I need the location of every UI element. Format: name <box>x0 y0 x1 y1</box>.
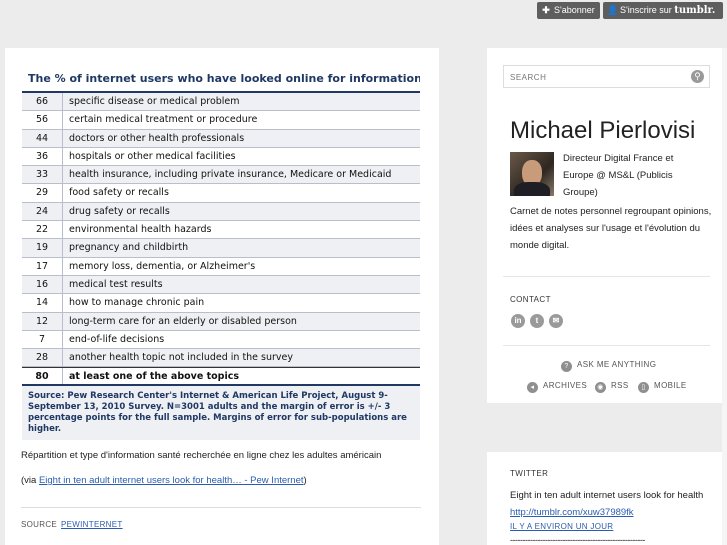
sidebar-divider <box>503 345 710 346</box>
question-icon: ? <box>561 361 572 372</box>
tweet-separator: ----------------------------------------… <box>510 535 645 545</box>
table-row: 44 doctors or other health professionals <box>22 129 420 148</box>
table-cell-value: 24 <box>22 202 63 221</box>
table-row: 16 medical test results <box>22 275 420 295</box>
sidebar-divider <box>503 276 710 277</box>
post-divider <box>21 507 421 508</box>
via-link[interactable]: Eight in ten adult internet users look f… <box>39 475 304 486</box>
table-row: 19 pregnancy and childbirth <box>22 239 420 258</box>
table-title: The % of internet users who have looked … <box>22 67 420 93</box>
search-box: ⚲ <box>503 65 710 88</box>
blog-description-short: Directeur Digital France et Europe @ MS&… <box>563 153 674 198</box>
blog-title[interactable]: Michael Pierlovisi <box>510 117 695 145</box>
signup-tumblr-button[interactable]: 👤 S'inscrire sur tumblr. <box>603 2 723 19</box>
archives-link[interactable]: ◂ ARCHIVES <box>527 380 587 393</box>
blog-description-long: Carnet de notes personnel regroupant opi… <box>510 206 712 251</box>
via-line: (via Eight in ten adult internet users l… <box>21 475 307 486</box>
table-row: 12 long-term care for an elderly or disab… <box>22 312 420 331</box>
table-total-row: 80 at least one of the above topics <box>22 367 420 386</box>
table-row: 28 another health topic not included in t… <box>22 349 420 368</box>
rss-link[interactable]: ◉ RSS <box>595 380 629 393</box>
tweet-link[interactable]: http://tumblr.com/xuw37989fk <box>510 507 634 518</box>
rss-icon: ◉ <box>595 382 606 393</box>
table-cell-value: 12 <box>22 312 63 330</box>
plus-icon: ✚ <box>542 5 550 15</box>
search-input[interactable] <box>504 66 682 88</box>
table-row: 56 certain medical treatment or procedure <box>22 111 420 130</box>
top-bar: ✚ S'abonner 👤 S'inscrire sur tumblr. <box>0 0 727 48</box>
table-cell-value: 56 <box>22 111 63 129</box>
table-cell-value: 29 <box>22 184 63 202</box>
twitter-icon[interactable]: t <box>530 314 544 328</box>
table-row: 14 how to manage chronic pain <box>22 294 420 313</box>
table-row: 29 food safety or recalls <box>22 184 420 203</box>
table-cell-value: 7 <box>22 330 63 349</box>
table-cell-label: food safety or recalls <box>69 187 169 199</box>
table-cell-label: health insurance, including private insu… <box>69 169 392 181</box>
mobile-link[interactable]: ▯ MOBILE <box>638 380 687 393</box>
email-icon[interactable]: ✉ <box>549 314 563 328</box>
twitter-heading: TWITTER <box>510 469 549 478</box>
table-source-note: Source: Pew Research Center's Internet &… <box>22 385 420 440</box>
table-row: 24 drug safety or recalls <box>22 202 420 222</box>
tweet-text: Eight in ten adult internet users look f… <box>510 490 704 518</box>
table-cell-label: how to manage chronic pain <box>69 297 205 309</box>
table-cell-value: 36 <box>22 147 63 166</box>
table-cell-value: 33 <box>22 166 63 184</box>
mobile-icon: ▯ <box>638 382 649 393</box>
table-row: 22 environmental health hazards <box>22 221 420 240</box>
table-cell-label: at least one of the above topics <box>69 371 240 383</box>
table-row: 33 health insurance, including private in… <box>22 166 420 185</box>
table-row: 7 end-of-life decisions <box>22 330 420 350</box>
archive-icon: ◂ <box>527 382 538 393</box>
scroll-edge <box>722 48 727 545</box>
search-icon[interactable]: ⚲ <box>691 70 704 83</box>
table-cell-label: certain medical treatment or procedure <box>69 114 258 126</box>
table-cell-label: doctors or other health professionals <box>69 132 245 144</box>
table-cell-value: 19 <box>22 239 63 257</box>
follow-button[interactable]: ✚ S'abonner <box>537 2 600 19</box>
table-cell-value: 14 <box>22 294 63 312</box>
table-cell-label: long-term care for an elderly or disable… <box>69 315 297 327</box>
table-cell-label: memory loss, dementia, or Alzheimer's <box>69 260 256 272</box>
table-cell-label: pregnancy and childbirth <box>69 242 189 254</box>
tweet-timestamp[interactable]: IL Y A ENVIRON UN JOUR <box>510 522 613 531</box>
contact-heading: CONTACT <box>510 295 551 304</box>
table-cell-value: 66 <box>22 93 63 111</box>
table-row: 17 memory loss, dementia, or Alzheimer's <box>22 257 420 276</box>
table-cell-value: 44 <box>22 129 63 147</box>
avatar <box>510 152 554 196</box>
table-cell-label: environmental health hazards <box>69 224 212 236</box>
table-cell-label: another health topic not included in the… <box>69 352 294 364</box>
table-cell-label: hospitals or other medical facilities <box>69 150 236 162</box>
table-rows: 66 specific disease or medical problem 56 c… <box>22 93 420 368</box>
survey-table-image: The % of internet users who have looked … <box>22 67 420 440</box>
table-row: 36 hospitals or other medical facilities <box>22 147 420 167</box>
table-cell-label: end-of-life decisions <box>69 333 165 345</box>
post-caption: Répartition et type d'information santé … <box>21 450 382 461</box>
tumblr-logo: tumblr. <box>674 5 716 16</box>
table-cell-value: 28 <box>22 349 63 367</box>
ask-me-anything-link[interactable]: ? ASK ME ANYTHING <box>561 359 656 372</box>
table-cell-value: 17 <box>22 257 63 275</box>
table-cell-label: specific disease or medical problem <box>69 96 240 107</box>
table-cell-label: medical test results <box>69 278 163 290</box>
table-cell-label: drug safety or recalls <box>69 205 170 217</box>
user-icon: 👤 <box>607 5 619 15</box>
post-source: SOURCE PEWINTERNET <box>21 520 123 529</box>
table-cell-value: 16 <box>22 275 63 294</box>
source-link[interactable]: PEWINTERNET <box>61 520 123 529</box>
table-cell-value: 22 <box>22 221 63 239</box>
linkedin-icon[interactable]: in <box>511 314 525 328</box>
table-row: 66 specific disease or medical problem <box>22 93 420 112</box>
table-cell-value: 80 <box>22 368 63 384</box>
